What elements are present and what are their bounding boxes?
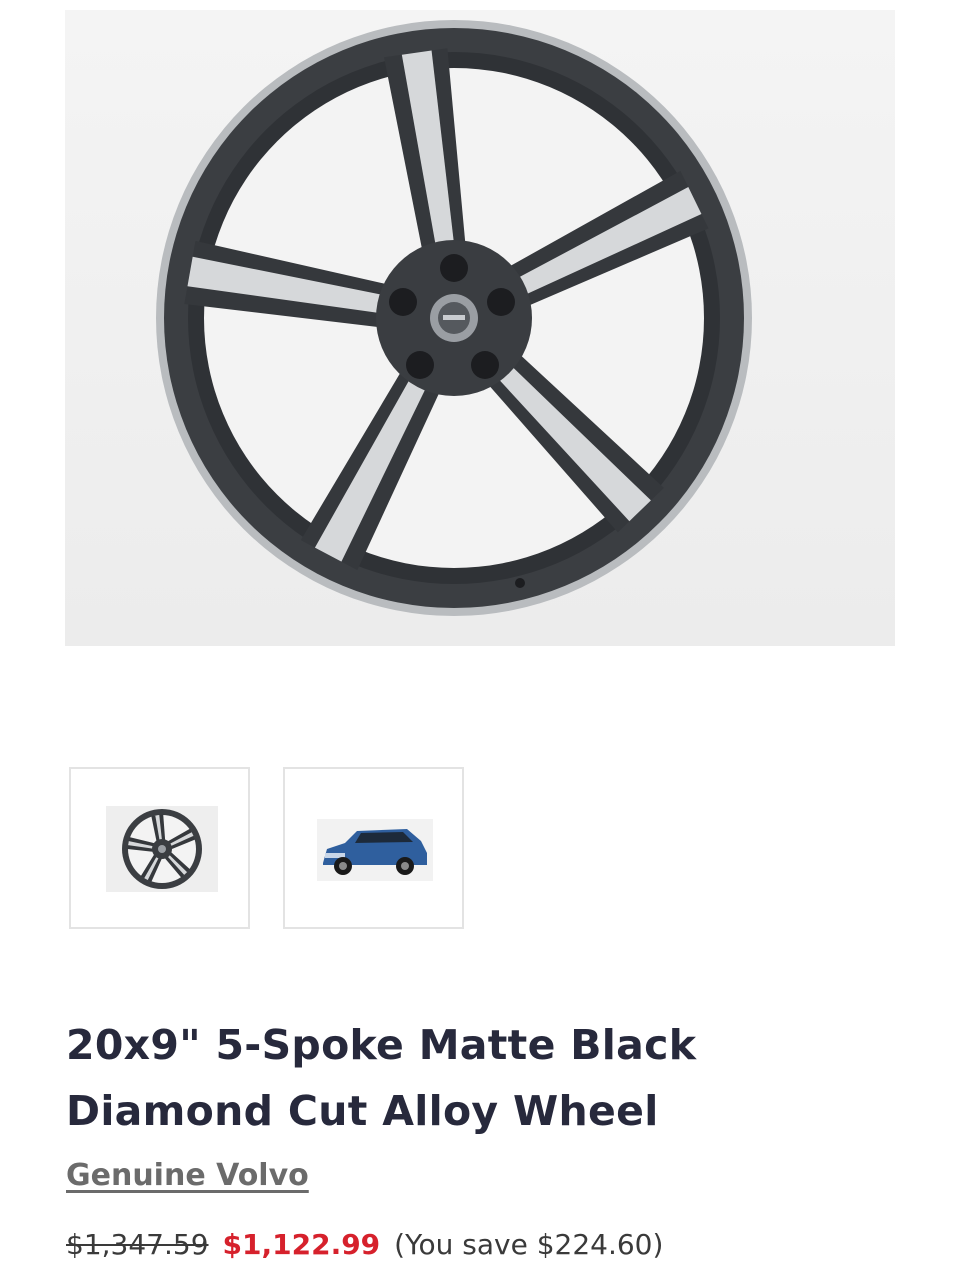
car-thumbnail [317, 819, 433, 881]
brand-link[interactable]: Genuine Volvo [66, 1158, 309, 1193]
product-title: 20x9" 5-Spoke Matte Black Diamond Cut Al… [66, 1021, 697, 1135]
wheel-product-image [156, 20, 752, 616]
thumbnail-car[interactable] [283, 767, 464, 929]
thumbnail-wheel[interactable] [69, 767, 250, 929]
price-row: $1,347.59 $1,122.99 (You save $224.60) [66, 1228, 663, 1261]
original-price: $1,347.59 [66, 1228, 209, 1261]
wheel-thumbnail [106, 806, 218, 892]
sale-price: $1,122.99 [222, 1228, 381, 1261]
product-main-image[interactable] [65, 10, 895, 646]
savings-text: (You save $224.60) [394, 1228, 664, 1261]
